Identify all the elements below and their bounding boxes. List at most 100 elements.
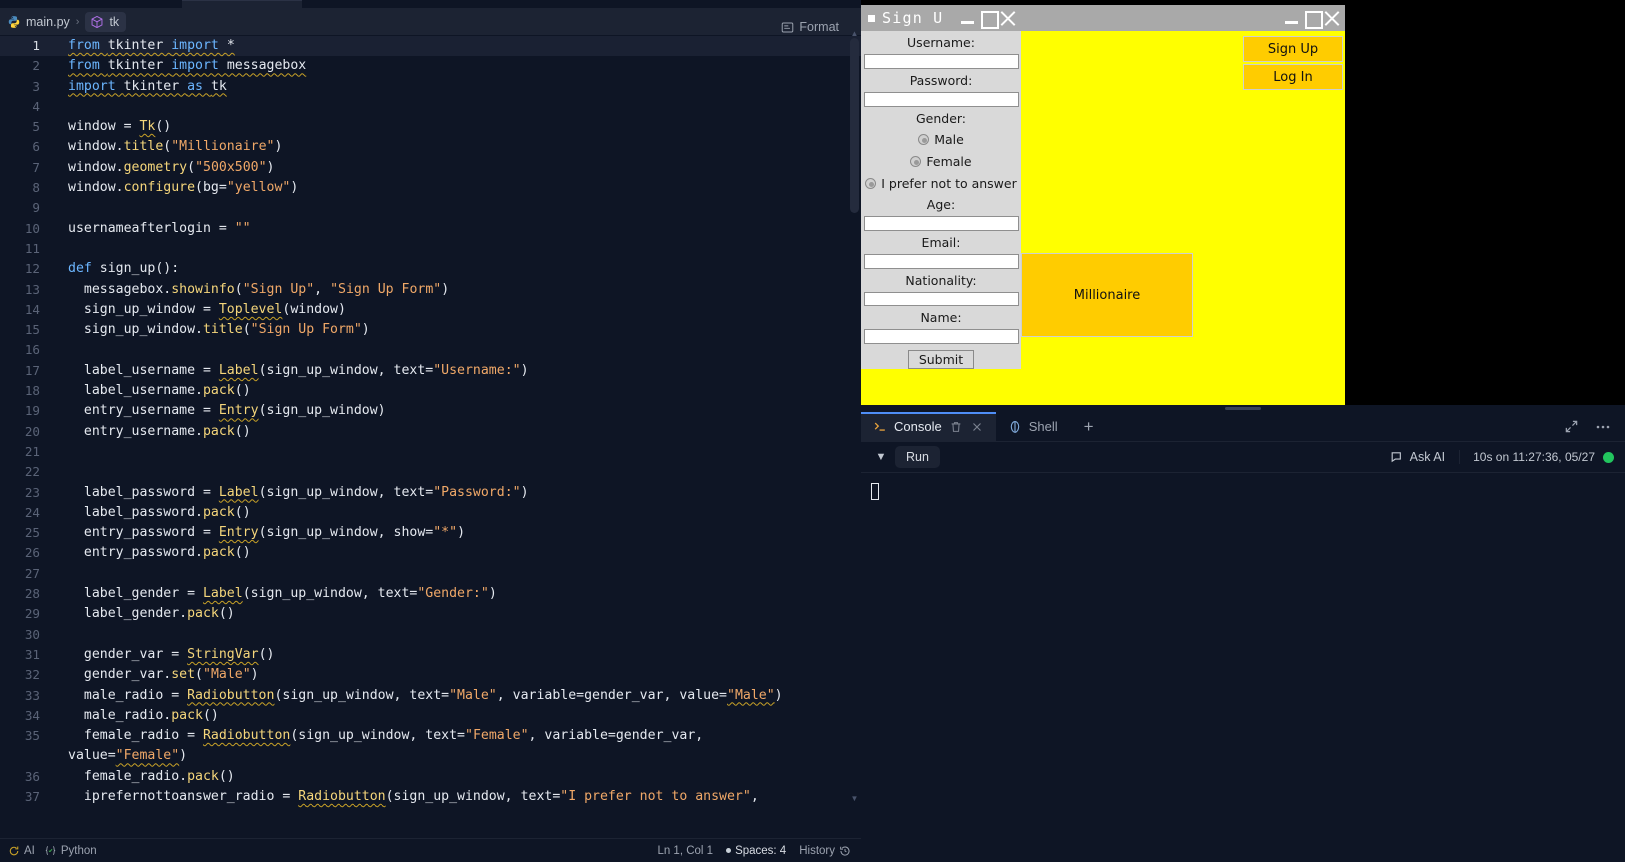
code-line[interactable]: 19 entry_username = Entry(sign_up_window… xyxy=(0,401,861,421)
code-line[interactable]: 25 entry_password = Entry(sign_up_window… xyxy=(0,523,861,543)
code-line[interactable]: 35 female_radio = Radiobutton(sign_up_wi… xyxy=(0,726,861,746)
code-line[interactable]: 4 xyxy=(0,97,861,117)
password-input[interactable] xyxy=(863,91,1019,107)
more-options-icon[interactable] xyxy=(1595,419,1611,435)
editor-active-tab[interactable] xyxy=(182,0,302,8)
email-input[interactable] xyxy=(863,253,1019,269)
username-input[interactable] xyxy=(863,54,1019,69)
gender-radio-male[interactable]: Male xyxy=(918,130,964,150)
code-line[interactable]: 17 label_username = Label(sign_up_window… xyxy=(0,361,861,381)
trash-icon[interactable] xyxy=(949,420,963,434)
breadcrumb-separator: › xyxy=(75,15,80,28)
code-line[interactable]: 29 label_gender.pack() xyxy=(0,604,861,624)
status-language[interactable]: Python xyxy=(44,844,97,857)
tk-signup-titlebar[interactable]: Sign U xyxy=(861,5,1021,31)
status-history[interactable]: History xyxy=(799,845,851,857)
sign-up-button[interactable]: Sign Up xyxy=(1243,36,1343,62)
code-line[interactable]: 31 gender_var = StringVar() xyxy=(0,645,861,665)
minimize-icon[interactable] xyxy=(959,9,977,27)
chevron-down-icon[interactable]: ▼ xyxy=(871,451,891,463)
code-line[interactable]: 3 import tkinter as tk xyxy=(0,77,861,97)
line-number: 27 xyxy=(24,565,40,581)
code-line[interactable]: 2 from tkinter import messagebox xyxy=(0,56,861,76)
code-line[interactable]: 23 label_password = Label(sign_up_window… xyxy=(0,483,861,503)
breadcrumb-file[interactable]: main.py xyxy=(7,15,70,29)
age-input[interactable] xyxy=(863,215,1019,231)
close-icon[interactable] xyxy=(999,9,1017,27)
add-tab-button[interactable]: + xyxy=(1070,412,1108,441)
tab-shell[interactable]: Shell xyxy=(996,412,1070,441)
code-line[interactable]: 22 xyxy=(0,462,861,482)
format-label: Format xyxy=(799,20,839,34)
breadcrumb-symbol[interactable]: tk xyxy=(85,11,127,32)
maximize-icon[interactable] xyxy=(979,9,999,29)
status-ai[interactable]: AI xyxy=(8,845,35,857)
ask-ai-button[interactable]: Ask AI xyxy=(1390,450,1461,464)
line-number: 10 xyxy=(24,220,40,236)
code-editor[interactable]: 1 from tkinter import * 2 from tkinter impo… xyxy=(0,36,861,810)
code-line[interactable]: 21 xyxy=(0,442,861,462)
code-text: label_gender = Label(sign_up_window, tex… xyxy=(68,586,497,602)
code-line[interactable]: 33 male_radio = Radiobutton(sign_up_wind… xyxy=(0,686,861,706)
gender-option-label: Female xyxy=(926,153,972,169)
code-line[interactable]: 10 usernameafterlogin = "" xyxy=(0,219,861,239)
nationality-input[interactable] xyxy=(863,291,1019,307)
console-tabstrip: Console Shell + xyxy=(861,412,1625,442)
code-text: label_password = Label(sign_up_window, t… xyxy=(68,484,529,500)
minimize-icon[interactable] xyxy=(1283,9,1301,27)
console-output[interactable] xyxy=(861,473,1625,862)
status-indentation[interactable]: Spaces: 4 xyxy=(726,845,786,857)
code-text: label_username = Label(sign_up_window, t… xyxy=(68,362,529,378)
code-text: window.geometry("500x500") xyxy=(68,159,275,175)
console-panel: Console Shell + ▼ Run Ask AI 10s on 11:2… xyxy=(861,412,1625,862)
status-history-label: History xyxy=(799,844,835,857)
gender-radio-female[interactable]: Female xyxy=(910,152,972,172)
code-line[interactable]: 1 from tkinter import * xyxy=(0,36,861,57)
line-number: 29 xyxy=(24,606,40,622)
format-button[interactable]: Format xyxy=(781,20,839,34)
code-line[interactable]: 12 def sign_up(): xyxy=(0,259,861,279)
code-line[interactable]: 27 xyxy=(0,564,861,584)
editor-vertical-scrollbar[interactable] xyxy=(850,38,859,213)
close-icon[interactable] xyxy=(1323,9,1341,27)
code-line[interactable]: 16 xyxy=(0,340,861,360)
expand-icon[interactable] xyxy=(1564,419,1579,434)
code-line[interactable]: 36 female_radio.pack() xyxy=(0,767,861,787)
code-line[interactable]: 28 label_gender = Label(sign_up_window, … xyxy=(0,584,861,604)
code-line[interactable]: 14 sign_up_window = Toplevel(window) xyxy=(0,300,861,320)
code-line[interactable]: 6 window.title("Millionaire") xyxy=(0,137,861,157)
code-line[interactable]: 24 label_password.pack() xyxy=(0,503,861,523)
code-line[interactable]: 20 entry_username.pack() xyxy=(0,422,861,442)
close-icon[interactable] xyxy=(970,420,984,434)
code-line[interactable]: 26 entry_password.pack() xyxy=(0,543,861,563)
scroll-up-arrow[interactable]: ▲ xyxy=(850,30,859,38)
code-line[interactable]: 15 sign_up_window.title("Sign Up Form") xyxy=(0,320,861,340)
status-ai-label: AI xyxy=(24,844,35,857)
code-line[interactable]: 13 messagebox.showinfo("Sign Up", "Sign … xyxy=(0,280,861,300)
code-line[interactable]: 11 xyxy=(0,239,861,259)
maximize-icon[interactable] xyxy=(1303,9,1323,29)
tk-signup-window-controls xyxy=(959,9,1021,29)
code-line[interactable]: 18 label_username.pack() xyxy=(0,381,861,401)
scroll-down-arrow[interactable]: ▼ xyxy=(850,795,859,803)
name-input[interactable] xyxy=(863,329,1019,345)
gender-radio-no-answer[interactable]: I prefer not to answer xyxy=(865,174,1017,194)
code-line[interactable]: 34 male_radio.pack() xyxy=(0,706,861,726)
line-number: 12 xyxy=(24,261,40,277)
code-line[interactable]: 5 window = Tk() xyxy=(0,117,861,137)
code-line[interactable]: 37 iprefernottoanswer_radio = Radiobutto… xyxy=(0,787,861,807)
code-line[interactable]: 9 xyxy=(0,198,861,218)
submit-button[interactable]: Submit xyxy=(908,350,974,370)
status-cursor-position[interactable]: Ln 1, Col 1 xyxy=(657,845,713,857)
log-in-button[interactable]: Log In xyxy=(1243,64,1343,90)
code-line[interactable]: 32 gender_var.set("Male") xyxy=(0,665,861,685)
code-line-wrapped[interactable]: value="Female") xyxy=(0,746,861,766)
code-line[interactable]: 8 window.configure(bg="yellow") xyxy=(0,178,861,198)
pane-resize-handle[interactable] xyxy=(861,405,1625,412)
code-line[interactable]: 7 window.geometry("500x500") xyxy=(0,158,861,178)
tab-console[interactable]: Console xyxy=(861,412,996,441)
code-line[interactable]: 30 xyxy=(0,625,861,645)
run-button[interactable]: Run xyxy=(895,446,940,468)
